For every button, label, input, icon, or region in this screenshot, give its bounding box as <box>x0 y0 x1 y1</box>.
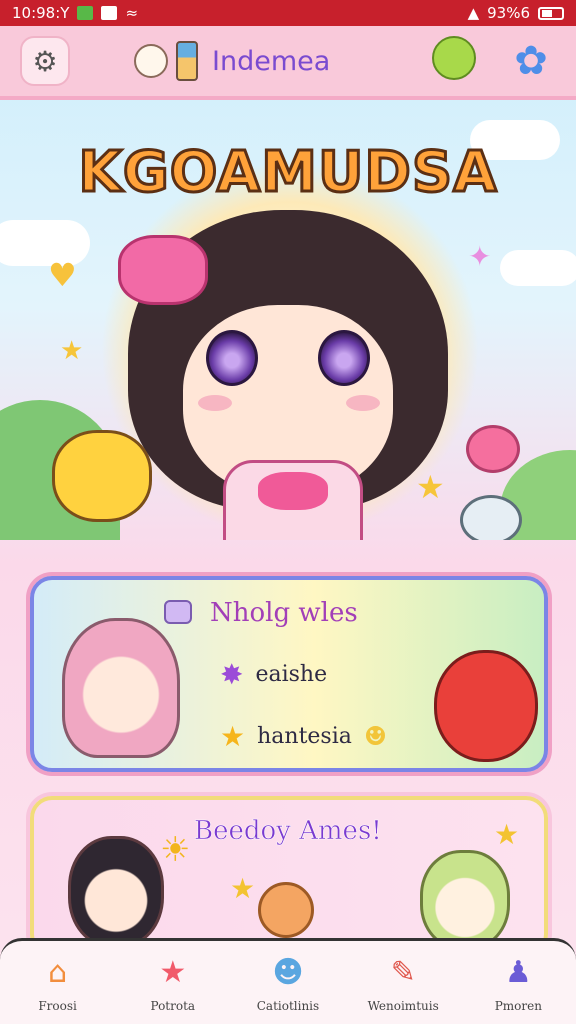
heart-sticker-icon: ♥ <box>48 256 77 294</box>
status-right-text: 93%6 <box>487 4 530 22</box>
house-icon: ⌂ <box>48 955 68 990</box>
girl-avatar <box>68 836 164 948</box>
star-icon: ★ <box>494 818 520 851</box>
card-title: Nholg wles <box>210 598 358 628</box>
profile-icon: ♟ <box>504 955 532 990</box>
status-bar: 10:98:Y ≈ ▲ 93%6 <box>0 0 576 26</box>
list-item[interactable]: ★ hantesia ☻ <box>220 720 387 753</box>
maid-avatar <box>62 618 180 758</box>
signal-icon: ▲ <box>467 4 480 22</box>
bunny-pet[interactable] <box>460 495 522 540</box>
daily-tasks-card[interactable]: Nholg wles ✸ eaishe ★ hantesia ☻ <box>30 576 548 772</box>
star-icon: ★ <box>416 468 445 506</box>
hero-banner: KGOAMUDSA ♥ ★ ★ ✦ <box>0 100 576 540</box>
header-actions: ✿ <box>432 36 556 86</box>
nav-tools[interactable]: ✎ Wenoimtuis <box>351 953 455 1013</box>
list-item[interactable]: ✸ eaishe <box>220 658 327 691</box>
right-eye <box>318 330 370 386</box>
tower-icon <box>176 41 198 81</box>
nav-label: Potrota <box>150 998 196 1013</box>
birthday-card[interactable]: Beedoy Ames! ☀ ★ ★ <box>30 796 548 956</box>
header-brand: Indemea <box>134 41 330 81</box>
status-time: 10:98:Y <box>12 4 70 22</box>
sun-wand-icon: ☀ <box>160 830 191 870</box>
buddy-icon: ☻ <box>272 955 304 990</box>
pink-bear-pet[interactable] <box>466 425 520 473</box>
star-icon: ★ <box>220 720 246 753</box>
sparkle-icon: ✸ <box>220 658 244 691</box>
settings-icon[interactable]: ⚙ <box>20 36 70 86</box>
app-header: ⚙ Indemea ✿ <box>0 26 576 100</box>
notification-icon <box>77 6 94 20</box>
hamster-pet[interactable] <box>52 430 152 522</box>
list-item-label: eaishe <box>255 662 328 687</box>
card-title: Beedoy Ames! <box>194 816 382 847</box>
sparkle-icon: ✦ <box>468 240 492 273</box>
battery-icon <box>538 6 564 20</box>
chat-bubble-icon <box>164 600 192 624</box>
left-eye <box>206 330 258 386</box>
hero-title: KGOAMUDSA <box>77 139 498 207</box>
flower-icon[interactable]: ✿ <box>506 36 556 86</box>
nav-label: Pmoren <box>494 998 542 1013</box>
mail-icon <box>101 6 118 20</box>
bottom-nav: ⌂ Froosi ★ Potrota ☻ Catiotlinis ✎ Wenoi… <box>0 938 576 1024</box>
nav-rewards[interactable]: ★ Potrota <box>121 953 225 1013</box>
green-blob-icon[interactable] <box>432 36 476 80</box>
hair-bow <box>118 235 208 305</box>
red-monster-avatar <box>434 650 538 762</box>
status-right: ▲ 93%6 <box>468 4 564 22</box>
mascot-icon <box>134 44 168 78</box>
nav-label: Catiotlinis <box>256 998 320 1013</box>
nav-label: Froosi <box>38 998 77 1013</box>
status-left: 10:98:Y ≈ <box>12 4 138 22</box>
ribbon-bow <box>258 472 328 510</box>
nav-home[interactable]: ⌂ Froosi <box>6 953 110 1013</box>
maid-girl-avatar <box>420 850 510 950</box>
cloud-decor <box>500 250 576 286</box>
main-character[interactable] <box>118 210 458 540</box>
app-title: Indemea <box>212 45 331 77</box>
star-wand-icon: ★ <box>159 955 187 990</box>
fox-avatar <box>258 882 314 938</box>
star-icon: ★ <box>60 336 84 366</box>
right-cheek <box>346 395 380 411</box>
nav-buddies[interactable]: ☻ Catiotlinis <box>236 953 340 1013</box>
smiley-icon: ☻ <box>363 721 388 752</box>
list-item-label: hantesia <box>257 724 352 749</box>
left-cheek <box>198 395 232 411</box>
nav-profile[interactable]: ♟ Pmoren <box>466 953 570 1013</box>
tool-icon: ✎ <box>390 955 416 990</box>
wifi-icon: ≈ <box>125 4 139 22</box>
star-icon: ★ <box>230 872 256 905</box>
nav-label: Wenoimtuis <box>367 998 439 1013</box>
